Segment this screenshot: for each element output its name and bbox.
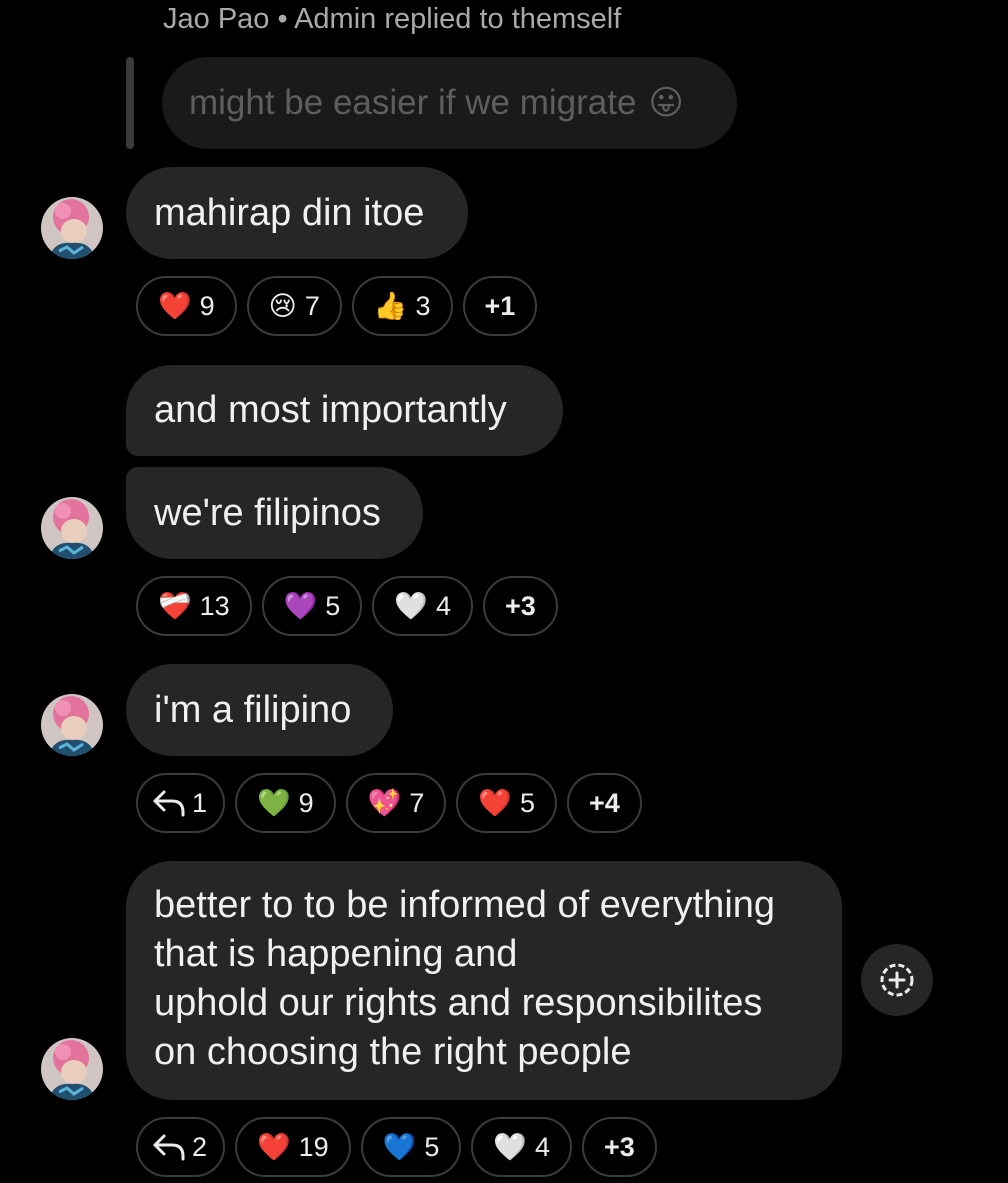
reaction-chip-green-heart[interactable]: 💚 9	[235, 773, 336, 833]
replies-chip[interactable]: 2	[136, 1117, 226, 1177]
reaction-chip-mending-heart[interactable]: ❤️‍🩹 13	[136, 576, 252, 636]
quoted-message-bubble[interactable]: might be easier if we migrate 😛	[162, 57, 737, 149]
replies-chip[interactable]: 1	[136, 773, 226, 833]
red-heart-icon: ❤️	[158, 290, 192, 321]
more-reactions-count: +3	[604, 1131, 635, 1162]
purple-heart-icon: 💜	[283, 590, 318, 621]
blue-heart-icon: 💙	[382, 1131, 417, 1162]
reaction-chip-thumbs-up[interactable]: 👍 3	[351, 276, 453, 336]
reply-arrow-icon	[153, 1134, 185, 1161]
reaction-chip-heart[interactable]: ❤️ 5	[456, 773, 557, 833]
more-reactions-count: +1	[484, 290, 516, 321]
quoted-message-text: might be easier if we migrate	[189, 83, 637, 122]
message-bubble[interactable]: i'm a filipino	[126, 664, 393, 756]
reply-count: 2	[192, 1131, 208, 1162]
reaction-count: 3	[415, 290, 431, 321]
message-text: we're filipinos	[154, 491, 381, 534]
message-text-line: that is happening and	[154, 933, 518, 975]
sparkling-heart-icon: 💖	[367, 787, 402, 818]
reaction-bar: 2 ❤️ 19 💙 5 🤍 4 +3	[136, 1117, 657, 1177]
reaction-chip-heart[interactable]: ❤️ 19	[235, 1117, 351, 1177]
avatar[interactable]	[41, 497, 103, 559]
message-bubble[interactable]: we're filipinos	[126, 467, 423, 559]
message-text-line: better to to be informed of everything	[154, 884, 776, 926]
reaction-chip-white-heart[interactable]: 🤍 4	[471, 1117, 573, 1177]
more-reactions-count: +3	[504, 590, 536, 621]
reaction-count: 9	[298, 787, 314, 818]
reaction-chip-blue-heart[interactable]: 💙 5	[360, 1117, 462, 1177]
reaction-count: 4	[435, 590, 451, 621]
message-text: and most importantly	[154, 389, 507, 431]
reaction-count: 5	[325, 590, 341, 621]
reaction-bar: ❤️‍🩹 13 💜 5 🤍 4 +3	[136, 576, 558, 636]
message-text-line: uphold our rights and responsibilites	[154, 982, 763, 1024]
reaction-count: 13	[199, 590, 230, 621]
crying-face-icon: 😢	[268, 290, 297, 321]
message-text-line: on choosing the right people	[154, 1031, 632, 1073]
message-bubble[interactable]: mahirap din itoe	[126, 167, 468, 259]
more-reactions-button[interactable]: +3	[482, 576, 558, 636]
more-reactions-button[interactable]: +4	[567, 773, 642, 833]
reaction-count: 19	[298, 1131, 329, 1162]
reply-context-header: Jao Pao • Admin replied to themself	[163, 3, 622, 35]
red-heart-icon: ❤️	[478, 787, 512, 818]
more-reactions-button[interactable]: +3	[582, 1117, 657, 1177]
white-heart-icon: 🤍	[493, 1131, 527, 1162]
more-reactions-count: +4	[589, 787, 620, 818]
reaction-chip-sparkling-heart[interactable]: 💖 7	[345, 773, 447, 833]
thumbs-up-icon: 👍	[373, 290, 408, 321]
more-reactions-button[interactable]: +1	[462, 276, 538, 336]
reaction-count: 9	[199, 290, 215, 321]
reaction-bar: 1 💚 9 💖 7 ❤️ 5 +4	[136, 773, 642, 833]
add-reaction-icon	[880, 963, 914, 997]
reaction-count: 5	[424, 1131, 440, 1162]
reaction-chip-crying[interactable]: 😢 7	[246, 276, 342, 336]
tongue-emoji: 😛	[648, 84, 684, 122]
avatar[interactable]	[41, 1038, 103, 1100]
add-reaction-button[interactable]	[861, 944, 933, 1016]
avatar[interactable]	[41, 694, 103, 756]
reply-count: 1	[192, 787, 208, 818]
reaction-chip-white-heart[interactable]: 🤍 4	[372, 576, 473, 636]
reaction-chip-purple-heart[interactable]: 💜 5	[261, 576, 363, 636]
message-text: mahirap din itoe	[154, 191, 425, 234]
reaction-bar: ❤️ 9 😢 7 👍 3 +1	[136, 276, 538, 336]
mending-heart-icon: ❤️‍🩹	[158, 590, 192, 621]
avatar[interactable]	[41, 197, 103, 259]
reply-quote-bar	[126, 57, 134, 149]
message-bubble[interactable]: better to to be informed of everything t…	[126, 861, 842, 1100]
reaction-count: 4	[534, 1131, 551, 1162]
white-heart-icon: 🤍	[394, 590, 428, 621]
reply-arrow-icon	[153, 790, 185, 817]
message-bubble[interactable]: and most importantly	[126, 365, 563, 456]
red-heart-icon: ❤️	[257, 1131, 291, 1162]
reaction-chip-heart[interactable]: ❤️ 9	[136, 276, 237, 336]
green-heart-icon: 💚	[257, 787, 291, 818]
reaction-count: 7	[304, 290, 320, 321]
message-text: i'm a filipino	[154, 688, 352, 731]
reaction-count: 7	[409, 787, 425, 818]
reaction-count: 5	[519, 787, 535, 818]
